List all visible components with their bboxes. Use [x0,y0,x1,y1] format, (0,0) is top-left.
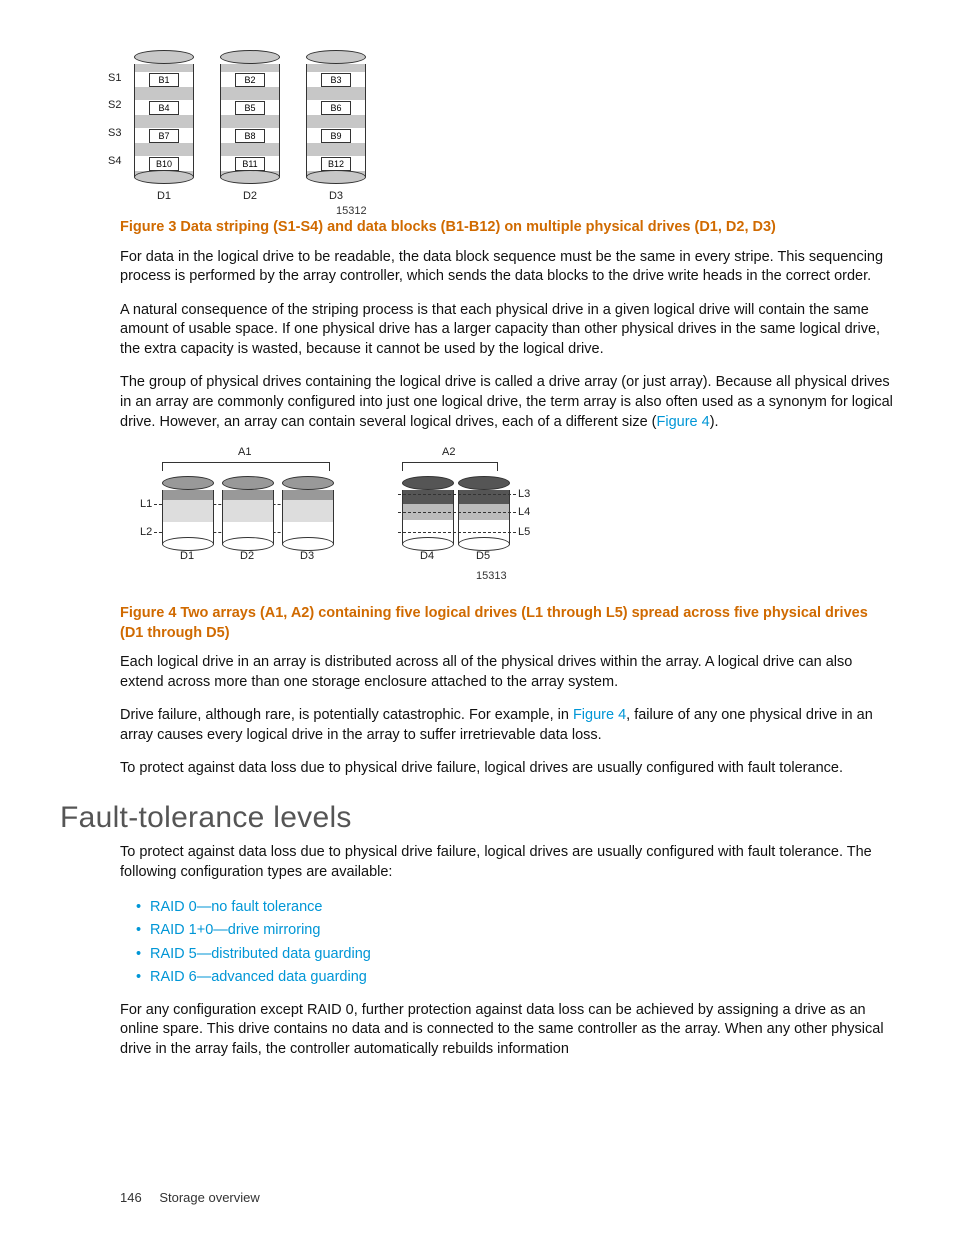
data-block: B11 [235,157,265,171]
data-block: B8 [235,129,265,143]
paragraph: To protect against data loss due to phys… [120,843,894,882]
raid-link[interactable]: RAID 5—distributed data guarding [150,946,371,962]
drive-cylinder [222,476,274,551]
drive-cylinder: B3 B6 B9 B12 [306,50,366,184]
data-block: B4 [149,101,179,115]
paragraph: Drive failure, although rare, is potenti… [120,706,894,745]
figure-4-link[interactable]: Figure 4 [573,707,626,723]
data-block: B7 [149,129,179,143]
data-block: B1 [149,73,179,87]
logical-label: L5 [518,526,530,538]
text: ). [710,414,719,430]
drive-label: D3 [306,190,366,202]
figure-3-caption: Figure 3 Data striping (S1-S4) and data … [120,218,894,238]
array-label: A1 [238,446,251,458]
stripe-label: S4 [108,155,121,167]
text: The group of physical drives containing … [120,374,893,429]
data-block: B2 [235,73,265,87]
drive-label: D1 [180,550,194,562]
drive-cylinder [402,476,454,551]
logical-label: L2 [140,526,152,538]
logical-label: L4 [518,506,530,518]
drive-label: D1 [134,190,194,202]
drive-label: D2 [220,190,280,202]
figure-ref-number: 15313 [476,570,507,582]
drive-cylinder [162,476,214,551]
data-block: B10 [149,157,179,171]
data-block: B9 [321,129,351,143]
raid-link[interactable]: RAID 6—advanced data guarding [150,969,367,985]
array-label: A2 [442,446,455,458]
section-heading: Fault-tolerance levels [60,801,894,835]
figure-4-caption: Figure 4 Two arrays (A1, A2) containing … [120,604,894,643]
drive-label: D4 [420,550,434,562]
raid-list: RAID 0—no fault tolerance RAID 1+0—drive… [136,896,894,989]
figure-ref-number: 15312 [336,205,367,217]
drive-label: D5 [476,550,490,562]
paragraph: To protect against data loss due to phys… [120,759,894,779]
drive-cylinder [282,476,334,551]
footer-title: Storage overview [159,1190,259,1205]
drive-label: D2 [240,550,254,562]
logical-label: L3 [518,488,530,500]
drive-cylinder [458,476,510,551]
stripe-label: S3 [108,127,121,139]
drive-cylinder: B1 B4 B7 B10 [134,50,194,184]
figure-4-diagram: A1 A2 L1 L2 [140,446,894,596]
data-block: B12 [321,157,351,171]
paragraph: The group of physical drives containing … [120,373,894,432]
data-block: B5 [235,101,265,115]
data-block: B6 [321,101,351,115]
data-block: B3 [321,73,351,87]
paragraph: Each logical drive in an array is distri… [120,653,894,692]
drive-label: D3 [300,550,314,562]
paragraph: A natural consequence of the striping pr… [120,301,894,360]
paragraph: For data in the logical drive to be read… [120,248,894,287]
text: Drive failure, although rare, is potenti… [120,707,573,723]
stripe-label: S1 [108,72,121,84]
page-number: 146 [120,1190,142,1205]
raid-link[interactable]: RAID 1+0—drive mirroring [150,922,320,938]
page-footer: 146 Storage overview [120,1190,260,1205]
raid-link[interactable]: RAID 0—no fault tolerance [150,899,322,915]
drive-cylinder: B2 B5 B8 B11 [220,50,280,184]
figure-4-link[interactable]: Figure 4 [657,414,710,430]
stripe-label: S2 [108,99,121,111]
figure-3-diagram: S1 S2 S3 S4 B1 B4 B7 B10 [108,50,894,210]
paragraph: For any configuration except RAID 0, fur… [120,1001,894,1060]
logical-label: L1 [140,498,152,510]
